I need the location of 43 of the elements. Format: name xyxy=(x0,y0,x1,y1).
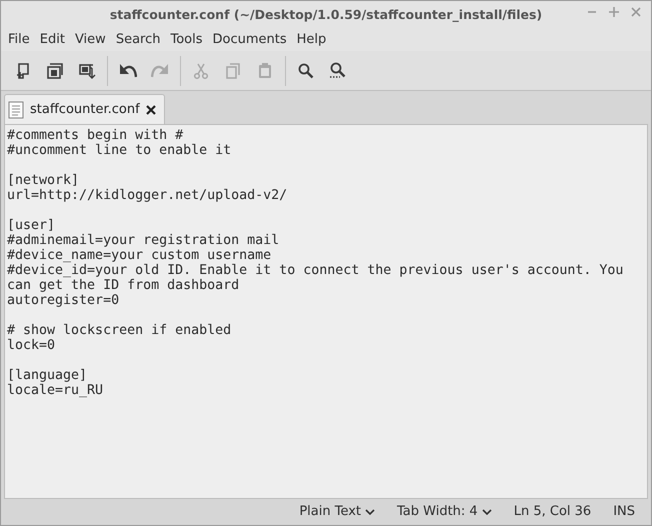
menu-item[interactable]: Tools xyxy=(165,30,208,50)
redo-icon xyxy=(151,62,169,80)
menu-item[interactable]: Documents xyxy=(208,30,292,50)
windows-icon xyxy=(46,62,64,80)
chevron-down-icon xyxy=(482,508,492,516)
code-line: #device_name=your custom username xyxy=(7,248,272,263)
code-line: lock=0 xyxy=(7,338,56,353)
undo-icon xyxy=(119,62,137,80)
scissors-icon xyxy=(192,62,210,80)
new-document-icon xyxy=(14,62,32,80)
code-line: [user] xyxy=(7,218,56,233)
code-line: locale=ru_RU xyxy=(7,383,104,398)
cursor-position: Ln 5, Col 36 xyxy=(514,503,592,522)
code-line: [language] xyxy=(7,368,88,383)
menu-item[interactable]: File xyxy=(3,30,35,50)
tab-width-dropdown[interactable]: Tab Width: 4 xyxy=(397,502,492,522)
code-line: autoregister=0 xyxy=(7,293,120,308)
code-line: can get the ID from dashboard xyxy=(7,278,240,293)
code-line: #adminemail=your registration mail xyxy=(7,233,280,248)
code-line: [network] xyxy=(7,173,80,188)
save-icon xyxy=(78,62,96,80)
document-tab[interactable]: staffcounter.conf xyxy=(4,94,165,124)
clipboard-icon xyxy=(256,62,274,80)
search-icon xyxy=(297,62,315,80)
language-dropdown[interactable]: Plain Text xyxy=(299,502,376,522)
menu-item[interactable]: Edit xyxy=(34,30,70,50)
chevron-down-icon xyxy=(365,508,376,516)
close-icon[interactable] xyxy=(146,104,156,114)
menu-item[interactable]: Help xyxy=(292,30,332,50)
menu-item[interactable]: View xyxy=(70,30,111,50)
search-replace-icon xyxy=(329,62,347,80)
copy-icon xyxy=(224,62,242,80)
code-line: # show lockscreen if enabled xyxy=(7,323,232,338)
code-line: #device_id=your old ID. Enable it to connect the previous user's account. You xyxy=(7,263,624,278)
code-line: #uncomment line to enable it xyxy=(7,143,232,158)
text-editor[interactable] xyxy=(4,124,648,499)
code-line: url=http://kidlogger.net/upload-v2/ xyxy=(7,188,288,203)
text-file-icon xyxy=(8,100,24,118)
code-line: #comments begin with # xyxy=(7,128,184,143)
window-title: staffcounter.conf (~/Desktop/1.0.59/staffcounter_install/files) xyxy=(110,6,542,24)
menu-item[interactable]: Search xyxy=(110,30,166,50)
tab-label[interactable]: staffcounter.conf xyxy=(30,100,140,120)
insert-mode: INS xyxy=(613,503,635,522)
